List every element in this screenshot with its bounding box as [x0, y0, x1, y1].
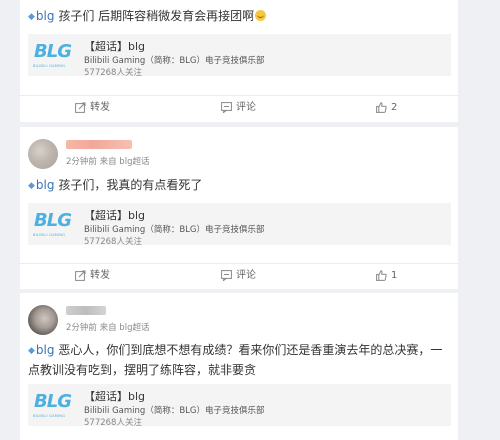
smile-emoji-icon — [255, 10, 267, 21]
comment-label: 评论 — [236, 102, 256, 113]
thumbs-up-icon — [376, 270, 387, 281]
supergroup-title: 【超话】blg — [84, 209, 146, 222]
supergroup-desc: Bilibili Gaming（简称：BLG）电子竞技俱乐部 — [84, 406, 265, 416]
supergroup-desc: Bilibili Gaming（简称：BLG）电子竞技俱乐部 — [84, 56, 265, 66]
diamond-icon: ◆ — [28, 181, 35, 191]
diamond-icon: ◆ — [28, 12, 35, 22]
blg-logo: BLG BILIBILI GAMING — [33, 391, 72, 418]
action-bar: 转发 评论 1 — [20, 263, 458, 287]
forward-label: 转发 — [90, 270, 110, 281]
username-blurred[interactable] — [66, 306, 106, 315]
forward-icon — [75, 270, 86, 281]
avatar[interactable] — [28, 305, 58, 335]
post-body: 孩子们，我真的有点看死了 — [54, 178, 203, 192]
post-card: 2分钟前 来自 blg超话 ◆blg 孩子们，我真的有点看死了 BLG BILIB… — [20, 127, 458, 289]
supergroup-card[interactable]: BLG BILIBILI GAMING 【超话】blg Bilibili Gami… — [28, 384, 451, 428]
topic-link[interactable]: blg — [36, 178, 55, 192]
comment-icon — [221, 270, 232, 281]
comment-icon — [221, 102, 232, 113]
post-card: ◆blg 孩子们 后期阵容稍微发育会再接团啊 BLG BILIBILI GAMIN… — [20, 0, 458, 122]
post-text: ◆blg 孩子们 后期阵容稍微发育会再接团啊 — [28, 6, 267, 27]
post-card: 2分钟前 来自 blg超话 ◆blg 恶心人，你们到底想不想有成绩？看来你们还是… — [20, 293, 458, 440]
username-blurred[interactable] — [66, 140, 132, 149]
supergroup-desc: Bilibili Gaming（简称：BLG）电子竞技俱乐部 — [84, 225, 265, 235]
like-count: 2 — [391, 102, 398, 113]
supergroup-card[interactable]: BLG BILIBILI GAMING 【超话】blg Bilibili Gami… — [28, 34, 451, 78]
topic-link[interactable]: blg — [36, 343, 55, 357]
post-body: 孩子们 后期阵容稍微发育会再接团啊 — [54, 9, 255, 23]
post-meta: 2分钟前 来自 blg超话 — [66, 157, 150, 167]
forward-icon — [75, 102, 86, 113]
topic-link[interactable]: blg — [36, 9, 55, 23]
blg-logo: BLG BILIBILI GAMING — [33, 210, 72, 237]
supergroup-followers: 577268人关注 — [84, 68, 142, 78]
supergroup-followers: 577268人关注 — [84, 237, 142, 247]
supergroup-title: 【超话】blg — [84, 40, 146, 53]
post-meta: 2分钟前 来自 blg超话 — [66, 323, 150, 333]
like-count: 1 — [391, 270, 398, 281]
supergroup-followers: 577268人关注 — [84, 418, 142, 428]
avatar[interactable] — [28, 139, 58, 169]
supergroup-title: 【超话】blg — [84, 390, 146, 403]
diamond-icon: ◆ — [28, 346, 35, 356]
comment-label: 评论 — [236, 270, 256, 281]
supergroup-card[interactable]: BLG BILIBILI GAMING 【超话】blg Bilibili Gami… — [28, 203, 451, 247]
forward-label: 转发 — [90, 102, 110, 113]
post-text: ◆blg 孩子们，我真的有点看死了 — [28, 175, 202, 196]
action-bar: 转发 评论 2 — [20, 95, 458, 119]
thumbs-up-icon — [376, 102, 387, 113]
post-body: 恶心人，你们到底想不想有成绩？看来你们还是香重演去年的总决赛，一点教训没有吃到，… — [28, 343, 443, 377]
post-text: ◆blg 恶心人，你们到底想不想有成绩？看来你们还是香重演去年的总决赛，一点教训… — [28, 341, 453, 380]
blg-logo: BLG BILIBILI GAMING — [33, 41, 72, 68]
